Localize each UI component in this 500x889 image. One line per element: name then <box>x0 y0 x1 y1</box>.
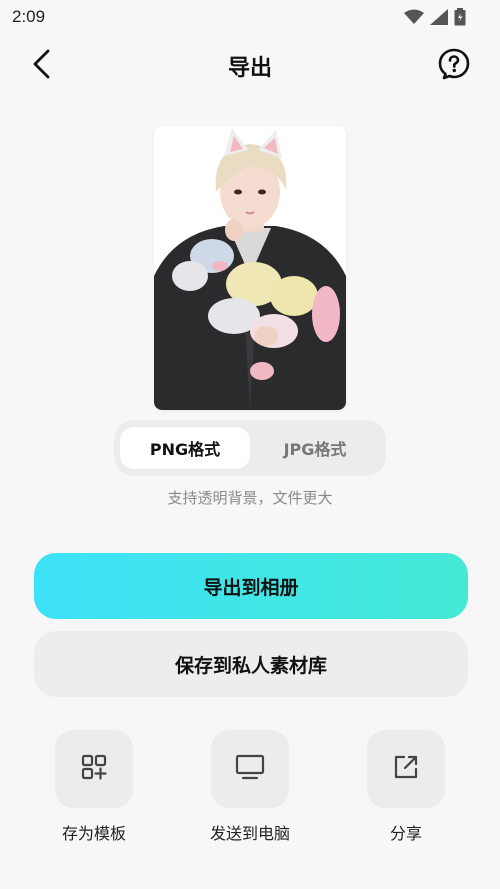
save-as-template-label: 存为模板 <box>61 824 126 843</box>
battery-icon <box>454 8 466 26</box>
wifi-icon <box>404 9 424 25</box>
secondary-actions: 存为模板 发送到电脑 分享 <box>0 730 500 850</box>
png-format-option[interactable]: PNG格式 <box>120 427 250 469</box>
format-toggle: PNG格式 JPG格式 <box>114 420 386 476</box>
share-button[interactable]: 分享 <box>346 730 466 844</box>
share-label: 分享 <box>389 824 422 843</box>
portrait-illustration <box>154 126 346 410</box>
save-as-template-button[interactable]: 存为模板 <box>34 730 154 844</box>
computer-tile <box>211 730 289 808</box>
send-to-computer-label: 发送到电脑 <box>209 824 290 843</box>
template-tile <box>55 730 133 808</box>
export-preview-image <box>154 126 346 410</box>
jpg-format-option[interactable]: JPG格式 <box>250 427 380 469</box>
send-to-computer-button[interactable]: 发送到电脑 <box>190 730 310 844</box>
status-time: 2:09 <box>12 7 46 26</box>
monitor-icon <box>235 753 265 785</box>
save-to-library-button[interactable]: 保存到私人素材库 <box>34 631 468 697</box>
page-title: 导出 <box>227 56 272 81</box>
status-icons <box>404 8 466 26</box>
help-question-icon <box>438 48 470 84</box>
share-icon <box>392 753 420 785</box>
export-to-album-button[interactable]: 导出到相册 <box>34 553 468 619</box>
share-tile <box>367 730 445 808</box>
signal-icon <box>430 9 448 25</box>
help-button[interactable] <box>434 46 474 86</box>
status-bar: 2:09 <box>0 0 500 34</box>
header: 导出 <box>0 40 500 92</box>
template-grid-icon <box>80 753 108 785</box>
format-hint: 支持透明背景，文件更大 <box>167 489 333 507</box>
